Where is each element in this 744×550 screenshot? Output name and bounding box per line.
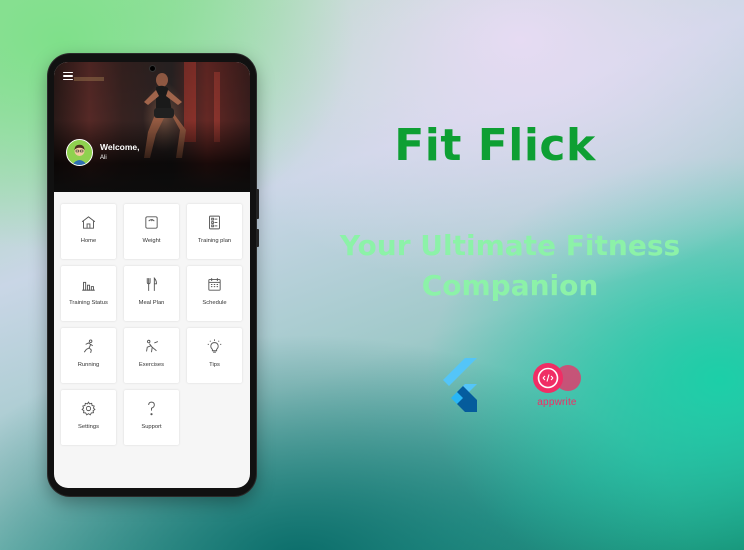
tile-label: Settings [78, 424, 99, 430]
tile-label: Tips [209, 362, 220, 368]
front-camera [149, 66, 155, 71]
home-icon [61, 214, 116, 234]
tile-schedule[interactable]: Schedule [187, 266, 242, 321]
tile-label: Running [77, 362, 100, 368]
avatar[interactable] [66, 139, 93, 166]
tagline-line-1: Your Ultimate Fitness [339, 229, 681, 262]
bar-chart-icon [61, 276, 116, 296]
lightbulb-icon [187, 338, 242, 358]
tile-support[interactable]: Support [124, 390, 179, 445]
tile-running[interactable]: Running [61, 328, 116, 383]
tile-label: Exercises [138, 362, 165, 368]
tile-label: Support [141, 424, 162, 430]
phone-mockup: Welcome, Ali Home Weight Training plan T… [48, 54, 259, 496]
welcome-text: Welcome, [100, 142, 140, 152]
tile-label: Home [80, 238, 97, 244]
hamburger-menu-icon[interactable] [63, 72, 73, 81]
header-banner: Welcome, Ali [54, 62, 250, 192]
checklist-icon [187, 214, 242, 234]
tile-label: Schedule [202, 300, 227, 306]
runner-icon [61, 338, 116, 358]
tagline-line-2: Companion [421, 269, 599, 302]
app-title: Fit Flick [394, 120, 596, 171]
header-overlay [54, 62, 250, 192]
exercise-icon [124, 338, 179, 358]
tile-label: Training Status [69, 300, 108, 306]
tagline: Your Ultimate Fitness Companion [320, 226, 700, 306]
username-text: Ali [100, 155, 107, 161]
tile-tips[interactable]: Tips [187, 328, 242, 383]
tile-label: Weight [142, 238, 161, 244]
tile-weight[interactable]: Weight [124, 204, 179, 259]
tile-label: Training plan [197, 238, 232, 244]
flutter-logo-icon [443, 358, 477, 412]
gear-icon [61, 400, 116, 420]
tile-exercises[interactable]: Exercises [124, 328, 179, 383]
tile-settings[interactable]: Settings [61, 390, 116, 445]
tile-home[interactable]: Home [61, 204, 116, 259]
scale-icon [124, 214, 179, 234]
utensils-icon [124, 276, 179, 296]
calendar-icon [187, 276, 242, 296]
phone-power-button [256, 229, 259, 247]
tile-meal-plan[interactable]: Meal Plan [124, 266, 179, 321]
phone-volume-button [256, 189, 259, 219]
tile-training-status[interactable]: Training Status [61, 266, 116, 321]
tile-training-plan[interactable]: Training plan [187, 204, 242, 259]
tile-label: Meal Plan [138, 300, 165, 306]
app-screen: Welcome, Ali Home Weight Training plan T… [54, 62, 250, 488]
appwrite-wordmark: appwrite [537, 397, 577, 408]
question-icon [124, 400, 179, 420]
